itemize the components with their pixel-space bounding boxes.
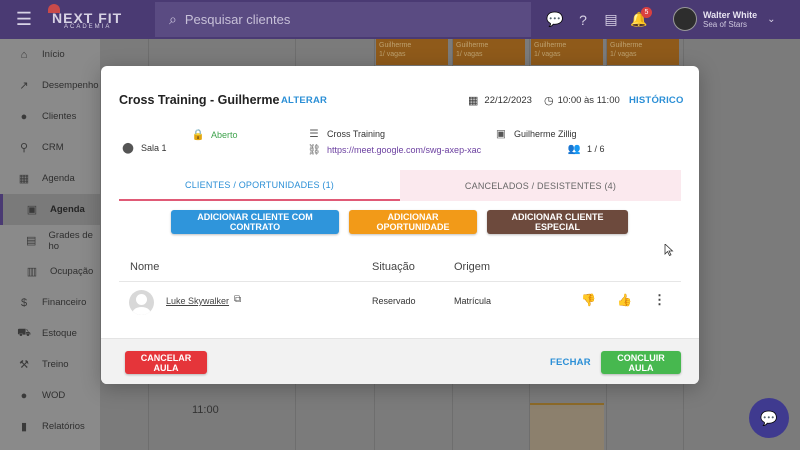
column-origin: Origem bbox=[454, 261, 491, 273]
chat-support-button[interactable]: 💬 bbox=[749, 398, 789, 438]
cancel-class-button[interactable]: CANCELAR AULA bbox=[125, 351, 207, 374]
tab-clients[interactable]: CLIENTES / OPORTUNIDADES (1) bbox=[119, 170, 400, 201]
finish-class-button[interactable]: CONCLUIR AULA bbox=[601, 351, 681, 374]
report-icon: ▮ bbox=[20, 421, 28, 433]
people-icon: ● bbox=[20, 110, 28, 123]
thumbs-down-icon[interactable]: 👎 bbox=[581, 293, 596, 307]
more-options-icon[interactable]: ⋮ bbox=[653, 292, 666, 308]
sidebar-item-financeiro[interactable]: $ Financeiro bbox=[0, 287, 100, 318]
list-icon: ☰ bbox=[309, 128, 319, 140]
capacity-info: 👥 1 / 6 bbox=[567, 143, 605, 155]
external-link-icon[interactable]: ⧉ bbox=[234, 294, 241, 305]
calendar-event[interactable]: Guilherme 1/ vagas bbox=[376, 39, 448, 65]
client-name-link[interactable]: Luke Skywalker bbox=[166, 296, 229, 306]
lock-open-icon: 🔒 bbox=[191, 129, 205, 141]
calendar-icon: ▥ bbox=[26, 266, 38, 278]
calendar-event[interactable] bbox=[530, 403, 604, 450]
hour-label: 11:00 bbox=[192, 404, 219, 416]
column-name: Nome bbox=[130, 261, 160, 273]
home-icon: ⌂ bbox=[20, 48, 28, 61]
bell-icon[interactable]: 🔔 5 bbox=[625, 0, 653, 39]
search-icon: ⌕ bbox=[169, 11, 177, 27]
sidebar-item-treino[interactable]: ⚒ Treino bbox=[0, 349, 100, 380]
close-button[interactable]: FECHAR bbox=[550, 357, 591, 368]
meet-link[interactable]: ⛓ https://meet.google.com/swg-axep-xac bbox=[307, 143, 481, 156]
chat-icon: 💬 bbox=[760, 409, 778, 426]
thumbs-up-icon[interactable]: 👍 bbox=[617, 293, 632, 307]
logo[interactable]: NEXT FIT ACADEMIA bbox=[48, 0, 156, 39]
user-org: Sea of Stars bbox=[703, 19, 748, 29]
people-icon: 👥 bbox=[567, 143, 581, 155]
add-special-client-button[interactable]: ADICIONAR CLIENTE ESPECIAL bbox=[487, 210, 628, 234]
alter-button[interactable]: ALTERAR bbox=[281, 95, 327, 106]
calendar-icon: ▣ bbox=[26, 204, 38, 216]
teacher-info: ▣ Guilherme Zillig bbox=[494, 128, 577, 140]
hamburger-menu-icon[interactable]: ☰ bbox=[0, 0, 48, 39]
search-input[interactable] bbox=[184, 12, 485, 27]
sidebar-item-desempenho[interactable]: ↗ Desempenho bbox=[0, 70, 100, 101]
message-icon[interactable]: ▤ bbox=[597, 0, 625, 39]
sidebar-item-agenda-sub[interactable]: ▣ Agenda bbox=[0, 194, 100, 225]
calendar-icon: ▦ bbox=[18, 173, 30, 185]
link-icon: ⛓ bbox=[307, 144, 321, 156]
sidebar-item-crm[interactable]: ⚲ CRM bbox=[0, 132, 100, 163]
avatar bbox=[673, 7, 697, 31]
calendar-icon: ▦ bbox=[468, 95, 479, 107]
table-row: Luke Skywalker ⧉ Reservado Matrícula 👎 👍… bbox=[119, 282, 681, 322]
tab-cancelled[interactable]: CANCELADOS / DESISTENTES (4) bbox=[400, 170, 681, 201]
calendar-event[interactable]: Guilherme 1/ vagas bbox=[531, 39, 603, 65]
grid-icon: ▤ bbox=[26, 235, 37, 247]
help-icon[interactable]: ? bbox=[569, 0, 597, 39]
tabs: CLIENTES / OPORTUNIDADES (1) CANCELADOS … bbox=[119, 170, 681, 201]
history-button[interactable]: HISTÓRICO bbox=[629, 95, 684, 106]
training-icon: ⚒ bbox=[19, 359, 29, 371]
sidebar: ⌂ Início ↗ Desempenho ● Clientes ⚲ CRM ▦ Agen… bbox=[0, 39, 100, 450]
sidebar-item-wod[interactable]: ● WOD bbox=[0, 380, 100, 411]
chat-bubbles-icon[interactable]: 💬 bbox=[541, 0, 569, 39]
top-bar: ☰ NEXT FIT ACADEMIA ⌕ 💬 ? ▤ 🔔 5 Walter W… bbox=[0, 0, 800, 39]
client-origin: Matrícula bbox=[454, 296, 492, 306]
money-icon: $ bbox=[20, 296, 28, 309]
notification-badge: 5 bbox=[641, 7, 652, 18]
room-info: ⬤ Sala 1 bbox=[122, 142, 167, 154]
sidebar-item-inicio[interactable]: ⌂ Início bbox=[0, 39, 100, 70]
user-name: Walter White bbox=[703, 9, 758, 20]
avatar bbox=[129, 290, 154, 315]
cart-icon: ⛟ bbox=[17, 326, 31, 339]
chevron-down-icon: ⌄ bbox=[767, 13, 776, 25]
column-status: Situação bbox=[372, 261, 415, 273]
badge-icon: ▣ bbox=[496, 128, 506, 140]
modality-info: ☰ Cross Training bbox=[307, 128, 385, 140]
sidebar-item-agenda[interactable]: ▦ Agenda bbox=[0, 163, 100, 194]
crm-icon: ⚲ bbox=[19, 142, 29, 154]
class-date: ▦ 22/12/2023 bbox=[468, 95, 532, 107]
user-menu[interactable]: Walter White Sea of Stars ⌄ bbox=[673, 7, 776, 31]
sidebar-item-clientes[interactable]: ● Clientes bbox=[0, 101, 100, 132]
sidebar-item-grades[interactable]: ▤ Grades de ho bbox=[0, 225, 100, 256]
calendar-event[interactable]: Guilherme 1/ vagas bbox=[453, 39, 525, 65]
search-bar[interactable]: ⌕ bbox=[155, 2, 531, 37]
mouse-cursor-icon bbox=[664, 244, 674, 256]
table-header: Nome Situação Origem bbox=[119, 252, 681, 282]
status-open: 🔒 Aberto bbox=[191, 129, 238, 141]
calendar-event[interactable]: Guilherme 1/ vagas bbox=[607, 39, 679, 65]
class-time: ◷ 10:00 às 11:00 bbox=[544, 95, 620, 107]
add-client-contract-button[interactable]: ADICIONAR CLIENTE COM CONTRATO bbox=[171, 210, 339, 234]
modal-footer: CANCELAR AULA FECHAR CONCLUIR AULA bbox=[101, 338, 699, 384]
location-pin-icon: ⬤ bbox=[122, 142, 134, 154]
client-status: Reservado bbox=[372, 296, 416, 306]
sidebar-item-relatorios[interactable]: ▮ Relatórios bbox=[0, 411, 100, 442]
brand-subtitle: ACADEMIA bbox=[64, 24, 112, 30]
class-details-modal: Cross Training - Guilherme ALTERAR ▦ 22/1… bbox=[101, 66, 699, 384]
sidebar-item-ocupacao[interactable]: ▥ Ocupação bbox=[0, 256, 100, 287]
clock-icon: ◷ bbox=[544, 95, 554, 107]
chart-icon: ↗ bbox=[19, 80, 29, 92]
clients-table: Nome Situação Origem Luke Skywalker ⧉ Re… bbox=[119, 252, 681, 322]
add-opportunity-button[interactable]: ADICIONAR OPORTUNIDADE bbox=[349, 210, 477, 234]
sidebar-item-estoque[interactable]: ⛟ Estoque bbox=[0, 318, 100, 349]
kettlebell-icon: ● bbox=[20, 389, 28, 402]
modal-title: Cross Training - Guilherme bbox=[119, 93, 280, 107]
